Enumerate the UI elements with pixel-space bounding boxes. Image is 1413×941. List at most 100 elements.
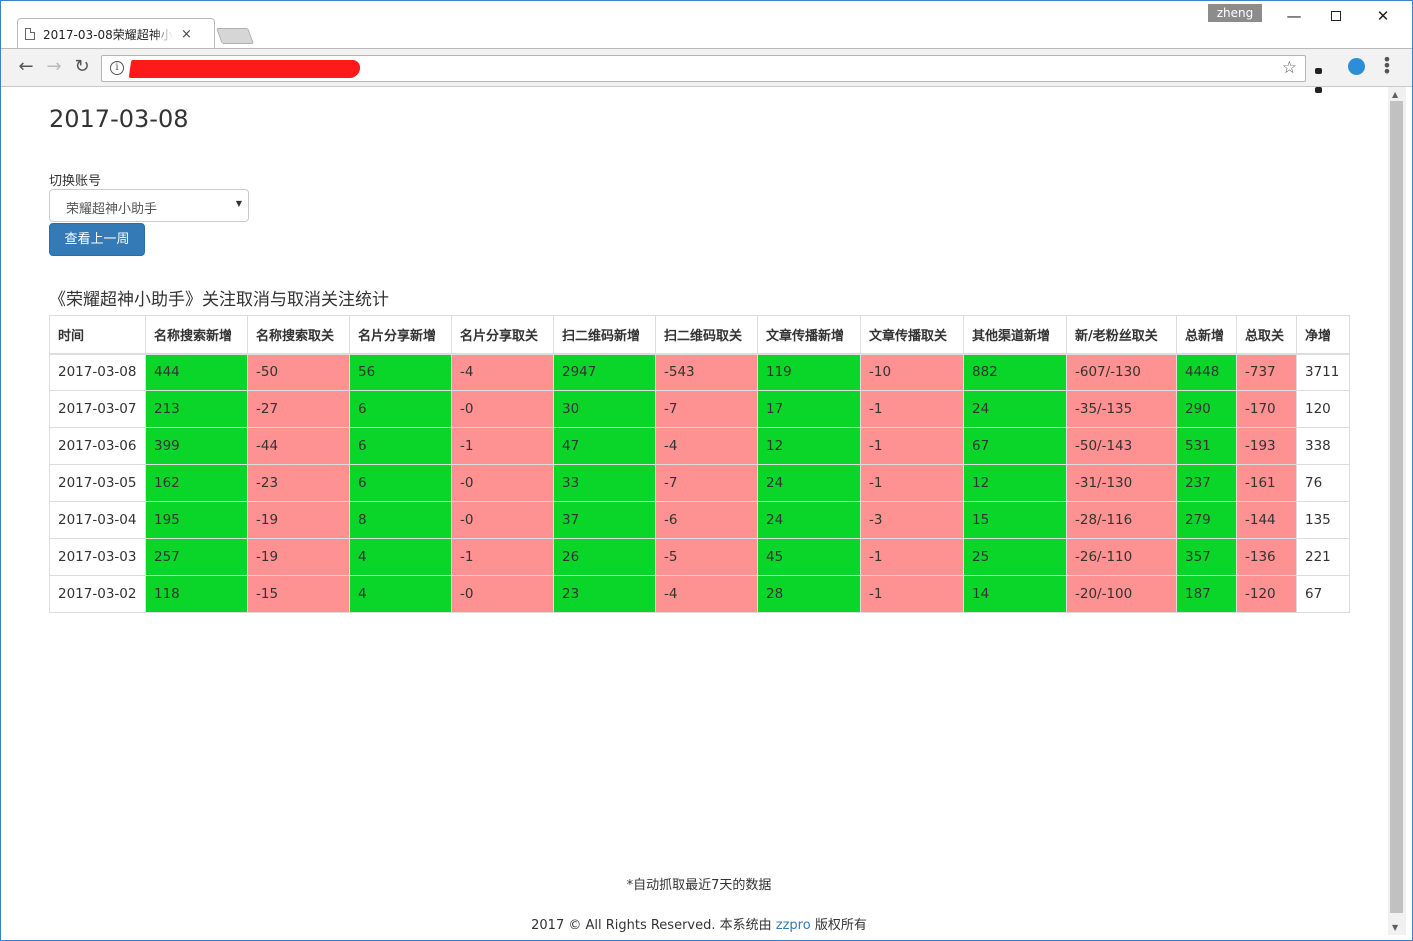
table-cell: 187 [1176,575,1237,613]
table-cell: -1 [860,575,964,613]
forward-arrow-icon[interactable]: → [43,57,65,79]
table-cell: 135 [1296,501,1350,539]
table-cell: -31/-130 [1066,464,1177,502]
table-cell: -737 [1236,353,1297,391]
table-cell: -3 [860,501,964,539]
table-cell: 6 [349,464,452,502]
table-cell: -20/-100 [1066,575,1177,613]
table-cell: 76 [1296,464,1350,502]
column-header: 其他渠道新增 [963,315,1067,355]
scroll-up-icon[interactable]: ▲ [1392,90,1398,99]
copyright-text: 2017 © All Rights Reserved. 本系统由 [531,918,772,933]
table-cell: 257 [145,538,248,576]
column-header: 新/老粉丝取关 [1066,315,1177,355]
column-header: 时间 [49,315,146,355]
table-cell: -1 [860,427,964,465]
table-cell: -4 [655,427,758,465]
document-icon [25,28,35,40]
table-cell: -161 [1236,464,1297,502]
new-tab-button[interactable] [216,28,254,44]
table-cell: 24 [757,464,861,502]
copyright: 2017 © All Rights Reserved. 本系统由 zzpro 版… [9,914,1387,933]
table-cell: -5 [655,538,758,576]
table-cell: 24 [963,390,1067,428]
site-info-icon[interactable]: i [110,61,124,75]
table-header-row: 时间 名称搜索新增 名称搜索取关 名片分享新增 名片分享取关 扫二维码新增 扫二维码取关 文章… [49,315,1350,355]
table-cell: -543 [655,353,758,391]
previous-week-button[interactable]: 查看上一周 [49,223,145,256]
table-row: 2017-03-03 257 -19 4 -1 26 -5 45 -1 25 -26/-110 357… [49,538,1350,576]
redacted-url [128,60,362,78]
table-cell: 2017-03-08 [49,353,146,391]
column-header: 扫二维码取关 [655,315,758,355]
table-cell: -4 [451,353,554,391]
table-cell: -1 [451,538,554,576]
column-header: 总新增 [1176,315,1237,355]
address-bar[interactable]: i ☆ [101,55,1306,82]
table-row: 2017-03-07 213 -27 6 -0 30 -7 17 -1 24 -35/-135 290… [49,390,1350,428]
table-cell: -7 [655,390,758,428]
page-content: 2017-03-08 切换账号 荣耀超神小助手 ▼ 查看上一周 《荣耀超神小助手… [9,87,1387,935]
browser-tab[interactable]: 2017-03-08荣耀超神小助手 × [25,20,211,48]
bookmark-star-icon[interactable]: ☆ [1282,58,1297,78]
back-arrow-icon[interactable]: ← [15,57,37,79]
table-cell: 2017-03-05 [49,464,146,502]
column-header: 文章传播新增 [757,315,861,355]
tab-title: 2017-03-08荣耀超神小助手 [43,27,173,42]
account-select[interactable]: 荣耀超神小助手 ▼ [49,189,249,222]
account-select-value: 荣耀超神小助手 [66,202,158,217]
table-cell: 882 [963,353,1067,391]
table-cell: 30 [553,390,656,428]
table-cell: 12 [963,464,1067,502]
reload-icon[interactable]: ↻ [71,57,93,79]
maximize-button[interactable] [1316,5,1356,27]
dropdown-caret-icon: ▼ [235,199,242,208]
incognito-extension-icon[interactable] [1315,59,1333,93]
table-cell: -1 [451,427,554,465]
column-header: 总取关 [1236,315,1297,355]
table-row: 2017-03-05 162 -23 6 -0 33 -7 24 -1 12 -31/-130 237… [49,464,1350,502]
table-cell: -1 [860,390,964,428]
table-cell: -1 [860,538,964,576]
table-cell: -136 [1236,538,1297,576]
table-cell: -44 [247,427,350,465]
table-cell: 12 [757,427,861,465]
close-window-button[interactable]: ✕ [1363,5,1403,27]
stats-table: 时间 名称搜索新增 名称搜索取关 名片分享新增 名片分享取关 扫二维码新增 扫二维码取关 文章… [49,315,1350,613]
table-cell: 4 [349,575,452,613]
table-row: 2017-03-04 195 -19 8 -0 37 -6 24 -3 15 -28/-116 279… [49,501,1350,539]
table-cell: 2017-03-06 [49,427,146,465]
browser-menu-icon[interactable]: • • • [1381,52,1393,80]
table-row: 2017-03-06 399 -44 6 -1 47 -4 12 -1 67 -50/-143 531… [49,427,1350,465]
table-cell: 119 [757,353,861,391]
table-cell: 67 [1296,575,1350,613]
scrollbar-thumb[interactable] [1390,101,1403,913]
table-cell: -144 [1236,501,1297,539]
profile-badge[interactable]: zheng [1208,4,1262,22]
table-cell: 4 [349,538,452,576]
table-cell: 2017-03-04 [49,501,146,539]
browser-window: 2017-03-08荣耀超神小助手 × zheng — ✕ ← → ↻ i ☆ … [0,0,1413,941]
column-header: 名片分享取关 [451,315,554,355]
table-cell: -19 [247,538,350,576]
table-cell: -10 [860,353,964,391]
table-cell: 56 [349,353,452,391]
minimize-button[interactable]: — [1274,5,1314,27]
table-cell: -193 [1236,427,1297,465]
tab-close-icon[interactable]: × [181,27,192,42]
extension-icon[interactable] [1348,58,1365,75]
page-scrollbar[interactable]: ▲ ▼ [1388,87,1406,935]
browser-toolbar: ← → ↻ i ☆ [1,48,1412,87]
table-cell: 45 [757,538,861,576]
zzpro-link[interactable]: zzpro [776,918,811,933]
table-cell: 4448 [1176,353,1237,391]
table-cell: 162 [145,464,248,502]
table-cell: 2947 [553,353,656,391]
table-cell: -50 [247,353,350,391]
scroll-down-icon[interactable]: ▼ [1392,923,1398,932]
table-cell: 531 [1176,427,1237,465]
table-cell: -0 [451,390,554,428]
table-cell: 357 [1176,538,1237,576]
table-cell: 15 [963,501,1067,539]
table-cell: -0 [451,575,554,613]
